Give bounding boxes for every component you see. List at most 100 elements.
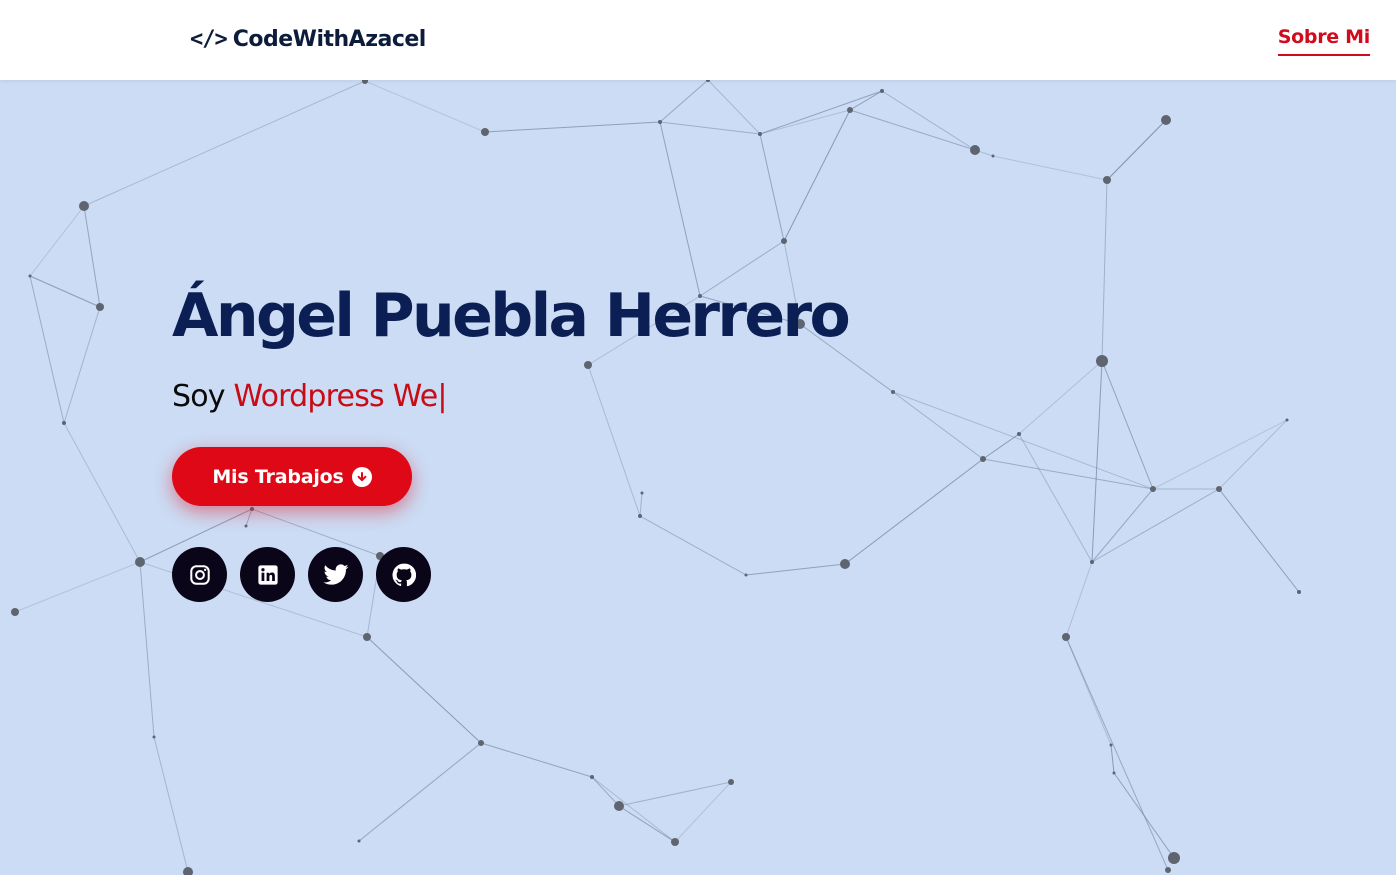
- network-node: [1103, 176, 1111, 184]
- network-link: [659, 80, 709, 123]
- network-link: [29, 205, 85, 277]
- network-node: [638, 514, 642, 518]
- network-node: [781, 238, 787, 244]
- twitter-link[interactable]: [308, 547, 363, 602]
- network-link: [982, 433, 1020, 460]
- network-node: [880, 89, 884, 93]
- network-link: [1110, 744, 1115, 774]
- network-link: [83, 205, 101, 308]
- network-node: [590, 775, 594, 779]
- network-link: [892, 391, 984, 460]
- network-link: [783, 109, 851, 242]
- arrow-down-circle-icon: [351, 466, 372, 487]
- network-node: [1017, 432, 1021, 436]
- network-link: [759, 109, 851, 135]
- network-node: [658, 120, 662, 124]
- network-node: [728, 779, 734, 785]
- network-link: [992, 155, 1108, 181]
- network-node: [362, 80, 368, 84]
- network-node: [250, 507, 254, 511]
- network-link: [674, 781, 732, 843]
- network-node: [640, 491, 644, 495]
- network-link: [1018, 360, 1103, 435]
- network-node: [1161, 115, 1171, 125]
- network-link: [1218, 419, 1288, 490]
- network-link: [480, 742, 593, 778]
- network-link: [659, 121, 761, 135]
- brand-logo-link[interactable]: </> CodeWithAzacel: [190, 22, 426, 56]
- network-link: [358, 742, 482, 842]
- network-link: [745, 563, 846, 576]
- network-node: [1112, 771, 1116, 775]
- hero-section: Ángel Puebla Herrero Soy Wordpress We| M…: [172, 278, 851, 602]
- network-link: [364, 80, 486, 133]
- social-links: [172, 547, 431, 602]
- network-link: [14, 561, 141, 613]
- subtitle-prefix: Soy: [172, 379, 226, 414]
- network-link: [591, 776, 676, 843]
- network-node: [478, 740, 484, 746]
- mis-trabajos-button[interactable]: Mis Trabajos: [172, 447, 412, 506]
- typed-role-text: Wordpress We: [233, 379, 439, 414]
- network-link: [659, 121, 701, 297]
- network-link: [1018, 433, 1093, 563]
- linkedin-link[interactable]: [240, 547, 295, 602]
- network-node: [1168, 852, 1180, 864]
- network-link: [759, 133, 785, 242]
- network-node: [840, 559, 850, 569]
- network-node: [758, 132, 762, 136]
- linkedin-icon: [257, 564, 278, 585]
- network-link: [1106, 119, 1167, 181]
- network-node: [363, 633, 371, 641]
- network-node: [96, 303, 104, 311]
- network-link: [1091, 360, 1103, 563]
- network-node: [1090, 560, 1094, 564]
- network-node: [671, 838, 679, 846]
- network-node: [28, 274, 32, 278]
- network-node: [1150, 486, 1156, 492]
- network-node: [1062, 633, 1070, 641]
- network-link: [1065, 561, 1093, 638]
- network-node: [970, 145, 980, 155]
- top-navbar: </> CodeWithAzacel Sobre Mi: [0, 0, 1396, 80]
- network-node: [79, 201, 89, 211]
- network-node: [357, 839, 361, 843]
- network-link: [618, 781, 732, 807]
- instagram-link[interactable]: [172, 547, 227, 602]
- github-link[interactable]: [376, 547, 431, 602]
- network-node: [991, 154, 995, 158]
- network-link: [881, 90, 976, 151]
- cta-label: Mis Trabajos: [212, 465, 344, 488]
- hero-title: Ángel Puebla Herrero: [172, 281, 851, 351]
- network-link: [484, 121, 661, 133]
- network-node: [614, 801, 624, 811]
- network-node: [183, 867, 193, 875]
- network-node: [891, 390, 895, 394]
- github-icon: [392, 563, 416, 586]
- network-link: [618, 805, 676, 843]
- network-node: [481, 128, 489, 136]
- network-link: [639, 492, 643, 517]
- network-link: [63, 422, 141, 563]
- network-link: [1101, 360, 1154, 490]
- nav-link-sobre-mi[interactable]: Sobre Mi: [1277, 26, 1370, 56]
- network-link: [759, 90, 883, 135]
- network-node: [1216, 486, 1222, 492]
- network-link: [1101, 179, 1108, 362]
- network-node: [152, 735, 156, 739]
- network-link: [1065, 636, 1169, 871]
- network-link: [1218, 488, 1300, 593]
- network-link: [707, 80, 761, 135]
- typing-cursor: |: [437, 379, 447, 414]
- network-node: [244, 524, 248, 528]
- network-link: [153, 736, 189, 873]
- network-link: [849, 109, 976, 151]
- network-node: [980, 456, 986, 462]
- network-link: [591, 776, 620, 807]
- network-link: [844, 458, 984, 565]
- network-link: [639, 515, 747, 576]
- page: </> CodeWithAzacel Sobre Mi Ángel Puebla…: [0, 0, 1396, 875]
- network-node: [1285, 418, 1289, 422]
- network-link: [29, 275, 101, 308]
- network-link: [982, 458, 1154, 490]
